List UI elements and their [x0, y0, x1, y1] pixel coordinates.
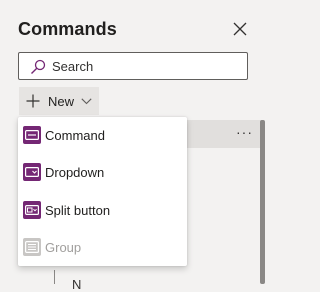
search-box[interactable]	[18, 52, 248, 80]
menu-item-label: Group	[45, 239, 82, 255]
close-icon	[233, 22, 247, 36]
tree-item-partial[interactable]: N	[72, 277, 81, 292]
chevron-down-icon	[80, 95, 92, 107]
menu-item-group: Group	[18, 229, 187, 265]
plus-icon	[25, 93, 41, 109]
menu-item-command[interactable]: Command	[18, 117, 187, 153]
dropdown-icon	[23, 163, 41, 181]
commands-panel: Commands New ··· N	[0, 0, 267, 292]
new-dropdown-menu: Command Dropdown Split button Group	[18, 117, 187, 266]
group-icon	[23, 238, 41, 256]
more-options-icon[interactable]: ···	[236, 124, 254, 140]
menu-item-label: Dropdown	[45, 164, 105, 180]
menu-item-dropdown[interactable]: Dropdown	[18, 154, 187, 190]
menu-item-split-button[interactable]: Split button	[18, 192, 187, 228]
tree-connector-line	[54, 270, 55, 284]
scrollbar[interactable]	[260, 120, 265, 284]
new-button[interactable]: New	[19, 87, 99, 115]
panel-title: Commands	[18, 19, 117, 39]
command-icon	[23, 126, 41, 144]
search-input[interactable]	[52, 53, 242, 79]
menu-item-label: Split button	[45, 202, 111, 218]
new-button-label: New	[48, 93, 75, 109]
menu-item-label: Command	[45, 127, 105, 143]
search-icon	[31, 59, 46, 74]
close-button[interactable]	[231, 20, 249, 38]
split-button-icon	[23, 201, 41, 219]
